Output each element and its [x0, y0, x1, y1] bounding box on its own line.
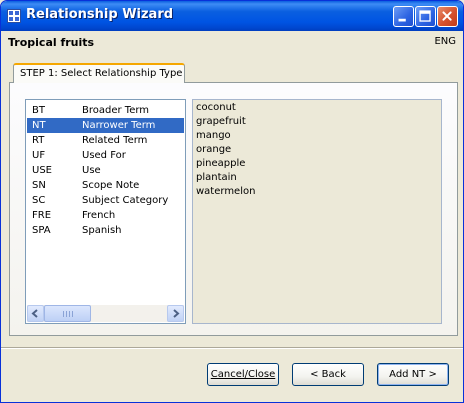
add-nt-button[interactable]: Add NT > — [377, 363, 449, 386]
relationship-type-item[interactable]: USE Use — [27, 163, 184, 178]
relationship-wizard-window: Relationship Wizard Tropical fruits ENG … — [0, 0, 464, 403]
relationship-type-code: FRE — [32, 210, 52, 221]
horizontal-scrollbar[interactable] — [27, 305, 184, 322]
page-title: Tropical fruits — [8, 36, 95, 49]
app-grid-icon[interactable] — [7, 9, 21, 23]
relationship-type-name: Scope Note — [82, 180, 140, 191]
close-icon — [442, 11, 452, 21]
scroll-left-button[interactable] — [27, 305, 44, 322]
related-item: mango — [196, 130, 231, 141]
relationship-type-name: Narrower Term — [82, 120, 156, 131]
scroll-thumb[interactable] — [44, 305, 91, 322]
language-indicator: ENG — [434, 36, 456, 47]
tab-step-1[interactable]: STEP 1: Select Relationship Type — [13, 63, 185, 83]
window-title: Relationship Wizard — [26, 7, 174, 22]
relationship-type-code: SPA — [32, 225, 51, 236]
relationship-type-code: SN — [32, 180, 46, 191]
arrow-right-icon — [173, 309, 180, 318]
related-item: orange — [196, 144, 232, 155]
relationship-type-name: Spanish — [82, 225, 122, 236]
back-label: < Back — [310, 369, 346, 380]
relationship-type-code: BT — [32, 105, 45, 116]
title-bar[interactable]: Relationship Wizard — [1, 1, 463, 31]
footer-separator — [1, 347, 463, 349]
relationship-type-code: NT — [32, 120, 46, 131]
relationship-type-name: Use — [82, 165, 101, 176]
relationship-type-item[interactable]: SPA Spanish — [27, 223, 184, 238]
minimize-icon — [398, 18, 406, 22]
relationship-type-code: USE — [32, 165, 52, 176]
related-item: watermelon — [196, 186, 256, 197]
relationship-type-item[interactable]: UF Used For — [27, 148, 184, 163]
relationship-type-item[interactable]: RT Related Term — [27, 133, 184, 148]
close-button[interactable] — [437, 6, 458, 27]
related-items-panel: coconut grapefruit mango orange pineapple pla… — [192, 99, 442, 324]
relationship-type-item[interactable]: NT Narrower Term — [27, 118, 184, 133]
relationship-type-item[interactable]: SN Scope Note — [27, 178, 184, 193]
relationship-type-name: Broader Term — [82, 105, 150, 116]
relationship-type-item[interactable]: BT Broader Term — [27, 103, 184, 118]
maximize-button[interactable] — [415, 6, 436, 27]
arrow-left-icon — [31, 309, 38, 318]
related-item: plantain — [196, 172, 237, 183]
relationship-type-name: Subject Category — [82, 195, 169, 206]
related-item: coconut — [196, 102, 236, 113]
scroll-right-button[interactable] — [167, 305, 184, 322]
related-item: pineapple — [196, 158, 246, 169]
relationship-type-name: Used For — [82, 150, 126, 161]
relationship-type-name: Related Term — [82, 135, 148, 146]
add-nt-label: Add NT > — [389, 369, 437, 380]
maximize-icon — [419, 10, 431, 22]
related-item: grapefruit — [196, 116, 246, 127]
relationship-type-code: UF — [32, 150, 46, 161]
relationship-type-item[interactable]: SC Subject Category — [27, 193, 184, 208]
relationship-type-code: RT — [32, 135, 45, 146]
cancel-close-button[interactable]: Cancel/Close — [207, 363, 279, 386]
minimize-button[interactable] — [393, 6, 414, 27]
relationship-type-list[interactable]: BT Broader Term NT Narrower Term RT Related T… — [25, 99, 186, 324]
cancel-close-label: Cancel/Close — [210, 369, 276, 380]
relationship-type-code: SC — [32, 195, 46, 206]
back-button[interactable]: < Back — [292, 363, 364, 386]
relationship-type-item[interactable]: FRE French — [27, 208, 184, 223]
relationship-type-name: French — [82, 210, 116, 221]
